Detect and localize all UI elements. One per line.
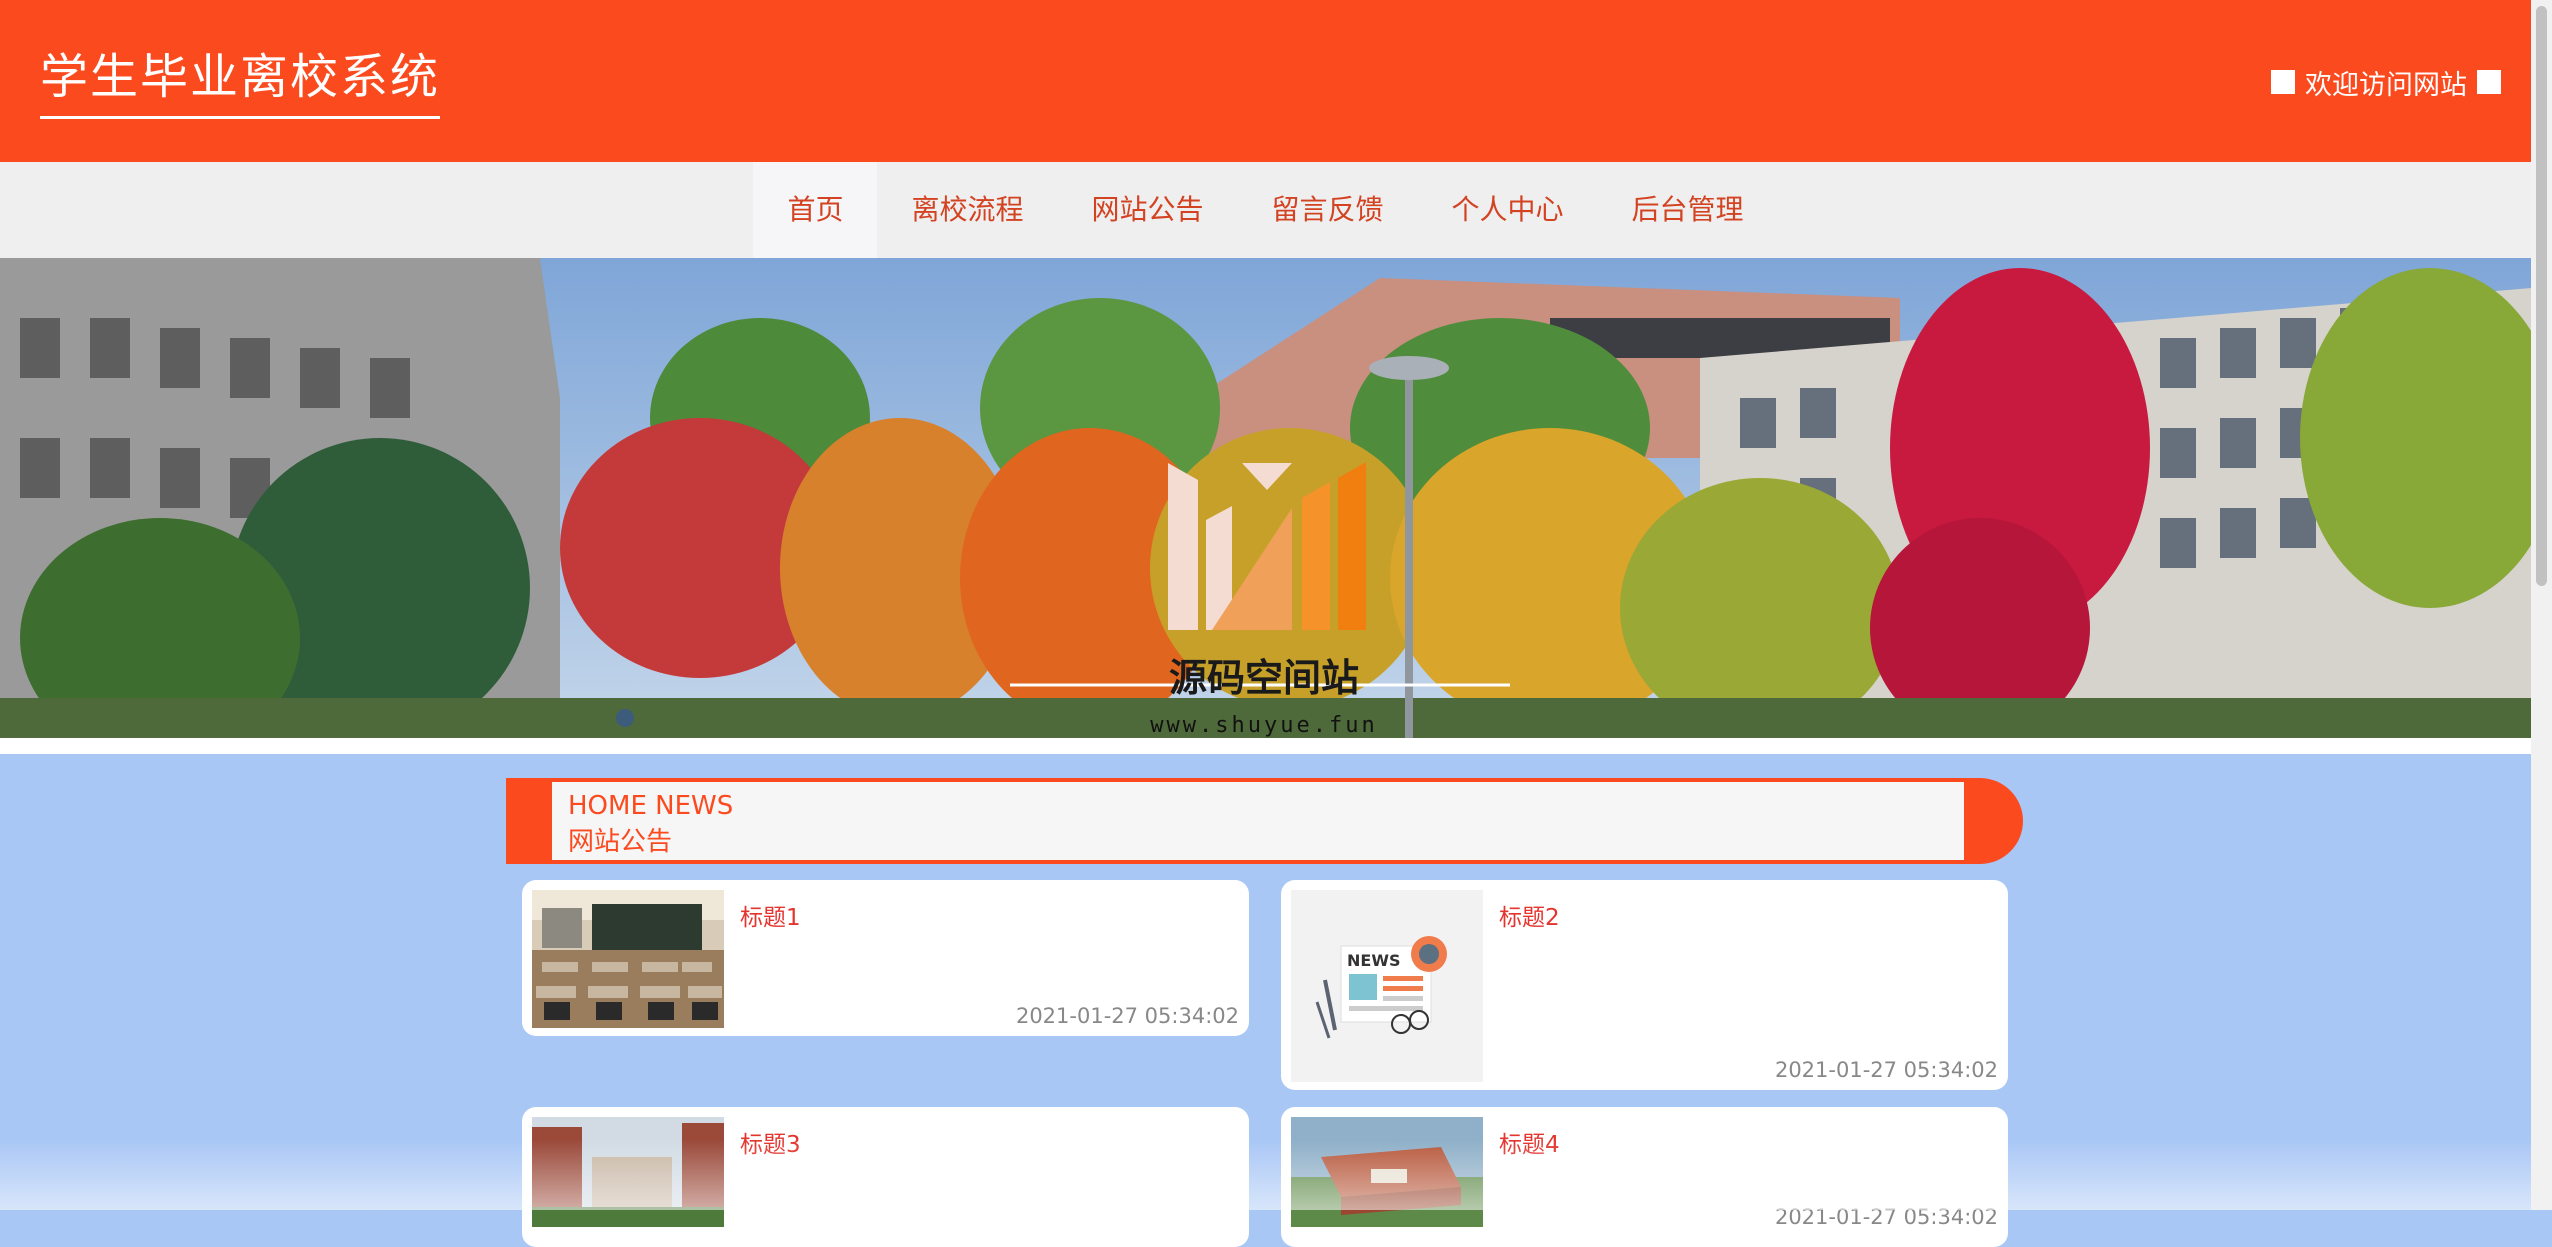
welcome-banner: 欢迎访问网站 <box>2261 64 2511 101</box>
scrollbar-thumb[interactable] <box>2536 6 2547 586</box>
news-card[interactable]: 标题3 <box>522 1107 1249 1247</box>
news-card[interactable]: 标题1 2021-01-27 05:34:02 <box>522 880 1249 1036</box>
welcome-text: 欢迎访问网站 <box>2305 69 2467 101</box>
news-title-en: HOME NEWS <box>568 791 734 821</box>
news-time: 2021-01-27 05:34:02 <box>1774 1205 1998 1229</box>
square-icon <box>2271 70 2295 94</box>
news-section-title-box: HOME NEWS 网站公告 <box>552 782 1964 860</box>
carousel-dot[interactable] <box>616 709 634 727</box>
news-time: 2021-01-27 05:34:02 <box>1774 1058 1998 1082</box>
campus-photo: 源码空间站 www.shuyue.fun <box>0 258 2531 738</box>
nav-item-leaving-process[interactable]: 离校流程 <box>877 162 1057 258</box>
news-card[interactable]: NEWS 标题2 2021-01-27 05:34:02 <box>1281 880 2008 1090</box>
nav-item-admin[interactable]: 后台管理 <box>1598 162 1778 258</box>
svg-text:NEWS: NEWS <box>1347 951 1401 970</box>
news-title[interactable]: 标题2 <box>1499 898 1560 932</box>
nav-item-profile[interactable]: 个人中心 <box>1418 162 1598 258</box>
hero-banner[interactable]: 源码空间站 www.shuyue.fun <box>0 258 2531 738</box>
news-section-header: HOME NEWS 网站公告 <box>506 778 2023 864</box>
news-thumbnail[interactable] <box>532 890 724 1028</box>
nav-item-home[interactable]: 首页 <box>753 162 878 258</box>
bottom-fade <box>0 1140 2531 1210</box>
news-thumbnail[interactable] <box>1291 1117 1483 1227</box>
watermark-url: www.shuyue.fun <box>1150 713 1377 738</box>
watermark-name: 源码空间站 <box>1169 656 1359 700</box>
nav-item-feedback[interactable]: 留言反馈 <box>1238 162 1418 258</box>
news-title-cn[interactable]: 网站公告 <box>568 824 1948 860</box>
news-title[interactable]: 标题4 <box>1499 1125 1560 1159</box>
site-title[interactable]: 学生毕业离校系统 <box>40 44 440 119</box>
nav-item-announcements[interactable]: 网站公告 <box>1057 162 1237 258</box>
news-title[interactable]: 标题3 <box>740 1125 801 1159</box>
square-icon <box>2477 70 2501 94</box>
news-thumbnail[interactable] <box>532 1117 724 1227</box>
site-header: 学生毕业离校系统 欢迎访问网站 <box>0 0 2531 162</box>
news-thumbnail[interactable]: NEWS <box>1291 890 1483 1082</box>
news-card[interactable]: 标题4 2021-01-27 05:34:02 <box>1281 1107 2008 1247</box>
news-time: 2021-01-27 05:34:02 <box>1015 1004 1239 1028</box>
main-nav: 首页 离校流程 网站公告 留言反馈 个人中心 后台管理 <box>0 162 2531 258</box>
news-title[interactable]: 标题1 <box>740 898 801 932</box>
page-scrollbar[interactable] <box>2531 0 2552 1210</box>
banner-divider <box>0 738 2531 754</box>
